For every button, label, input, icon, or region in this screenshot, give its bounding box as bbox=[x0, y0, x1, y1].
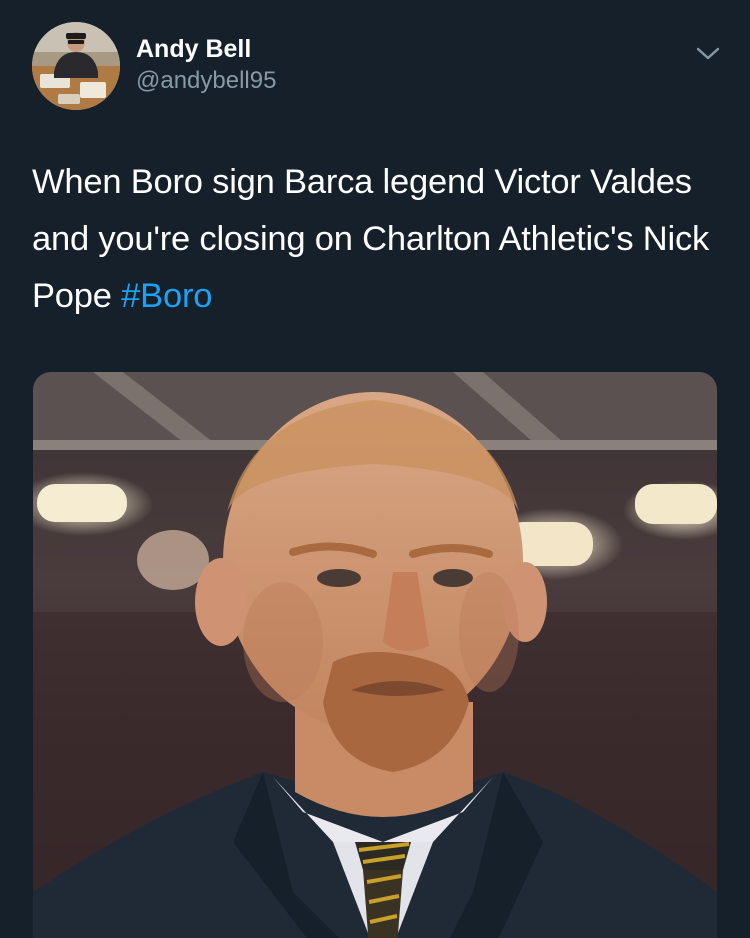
media-photo bbox=[33, 372, 717, 938]
chevron-down-icon[interactable] bbox=[690, 40, 726, 68]
avatar[interactable] bbox=[32, 22, 120, 110]
hashtag-link[interactable]: #Boro bbox=[121, 277, 212, 315]
tweet-card: Andy Bell @andybell95 When Boro sign Bar… bbox=[0, 0, 750, 938]
author-name[interactable]: Andy Bell bbox=[136, 34, 251, 64]
tweet-text: When Boro sign Barca legend Victor Valde… bbox=[32, 154, 722, 325]
tweet-media-image[interactable] bbox=[33, 372, 717, 938]
author-handle[interactable]: @andybell95 bbox=[136, 66, 276, 96]
avatar-photo bbox=[32, 22, 120, 110]
tweet-header: Andy Bell @andybell95 bbox=[32, 22, 726, 114]
